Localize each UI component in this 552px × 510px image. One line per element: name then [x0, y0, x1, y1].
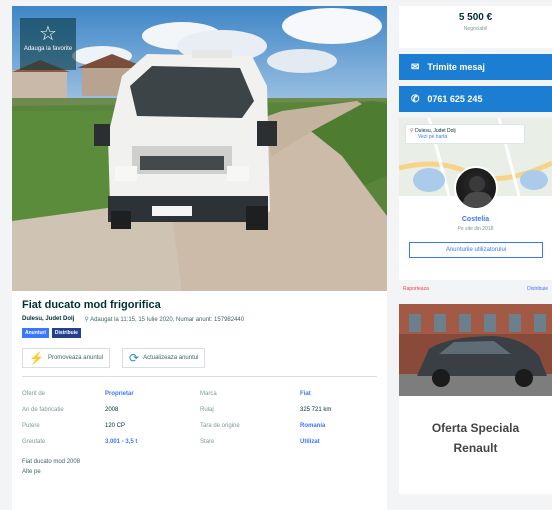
- detail-label: Oferit de: [22, 391, 46, 397]
- detail-label: Tara de origine: [200, 423, 240, 429]
- price-note: Negociabil: [463, 26, 488, 32]
- seller-ads-button[interactable]: Anunturile utilizatorului: [409, 242, 543, 258]
- listing-meta: Dulesu, Judet Dolj ⚲ Adaugat la 11:15, 1…: [22, 316, 377, 323]
- seller-card: ⚲ Dulesu, Judet Dolj Vezi pe harta Coste…: [399, 118, 552, 280]
- star-icon: ☆: [39, 23, 57, 45]
- detail-label: Greutate: [22, 439, 46, 445]
- refresh-icon: ⟳: [129, 351, 140, 365]
- detail-value: 120 CP: [105, 423, 126, 429]
- listing-info: Fiat ducato mod frigorifica Dulesu, Jude…: [12, 291, 387, 477]
- phone-label: 0761 625 245: [427, 94, 483, 104]
- detail-label: Marca: [200, 391, 217, 397]
- detail-value[interactable]: Fiat: [300, 391, 380, 397]
- ad-image: [399, 304, 552, 396]
- price-card: 5 500 € Negociabil: [399, 6, 552, 48]
- see-map-link[interactable]: Vezi pe harta: [418, 134, 520, 140]
- sidebar-links: Raporteaza Distribuie: [399, 286, 552, 292]
- detail-value: 2008: [105, 407, 119, 413]
- seller-avatar[interactable]: [454, 166, 498, 210]
- message-icon: ✉: [411, 61, 420, 73]
- badge-ads[interactable]: Anunturi: [22, 328, 49, 338]
- location-box: ⚲ Dulesu, Judet Dolj Vezi pe harta: [405, 124, 525, 144]
- promo-ad[interactable]: Oferta Speciala Renault: [399, 304, 552, 494]
- badges: Anunturi Distribuie: [22, 328, 377, 338]
- seller-since: Pe site din 2018: [457, 226, 494, 232]
- listing-meta-text: ⚲ Adaugat la 11:15, 15 Iulie 2020, Numar…: [84, 316, 244, 323]
- report-link[interactable]: Raporteaza: [403, 286, 429, 292]
- phone-icon: ✆: [411, 93, 420, 105]
- badge-share[interactable]: Distribuie: [51, 328, 81, 338]
- detail-value: 325 721 km: [300, 407, 332, 413]
- send-message-label: Trimite mesaj: [427, 62, 485, 72]
- detail-label: Rulaj: [200, 407, 214, 413]
- detail-label: Putere: [22, 423, 40, 429]
- avatar-head: [469, 176, 485, 192]
- avatar-body: [463, 192, 493, 208]
- refresh-label: Actualizeaza anuntul: [143, 355, 199, 361]
- favorite-button[interactable]: ☆ Adauga la favorite: [20, 18, 76, 70]
- listing-photo[interactable]: ☆ Adauga la favorite: [12, 6, 387, 291]
- listing-page: ☆ Adauga la favorite Fiat ducato mod fri…: [0, 0, 552, 510]
- promote-icon: ⚡: [29, 351, 44, 365]
- description-line: Fiat ducato mod 2008: [22, 459, 81, 465]
- phone-button[interactable]: ✆ 0761 625 245: [399, 86, 552, 112]
- sidebar: 5 500 € Negociabil ✉ Trimite mesaj ✆ 076…: [399, 6, 552, 510]
- share-link[interactable]: Distribuie: [527, 286, 548, 292]
- promote-button[interactable]: ⚡ Promoveaza anuntul: [22, 348, 110, 368]
- price: 5 500 €: [458, 12, 493, 23]
- seller-name[interactable]: Costelia: [399, 216, 552, 223]
- ad-title: Oferta Speciala Renault: [399, 418, 552, 458]
- listing-location[interactable]: Dulesu, Judet Dolj: [22, 316, 74, 323]
- ad-title-line2: Renault: [453, 441, 498, 455]
- detail-value[interactable]: Romania: [300, 423, 380, 429]
- listing-title: Fiat ducato mod frigorifica: [22, 299, 161, 311]
- detail-value[interactable]: Utilizat: [300, 439, 380, 445]
- listing-actions: ⚡ Promoveaza anuntul ⟳ Actualizeaza anun…: [22, 348, 377, 377]
- listing-description: Fiat ducato mod 2008 Alte pe: [22, 457, 377, 477]
- favorite-label: Adauga la favorite: [23, 46, 73, 52]
- promote-label: Promoveaza anuntul: [47, 355, 103, 361]
- refresh-button[interactable]: ⟳ Actualizeaza anuntul: [122, 348, 206, 368]
- ad-title-line1: Oferta Speciala: [431, 421, 520, 435]
- details-table: Oferit de Proprietar Marca Fiat An de fa…: [22, 391, 377, 445]
- description-line: Alte pe: [22, 469, 41, 475]
- send-message-button[interactable]: ✉ Trimite mesaj: [399, 54, 552, 80]
- listing-main: ☆ Adauga la favorite Fiat ducato mod fri…: [12, 6, 387, 510]
- detail-value[interactable]: Proprietar: [105, 391, 200, 397]
- detail-value[interactable]: 3.001 - 3,5 t: [105, 439, 200, 445]
- detail-label: An de fabricatie: [22, 407, 64, 413]
- detail-label: Stare: [200, 439, 215, 445]
- listing-meta-value: Adaugat la 11:15, 15 Iulie 2020, Numar a…: [90, 317, 245, 323]
